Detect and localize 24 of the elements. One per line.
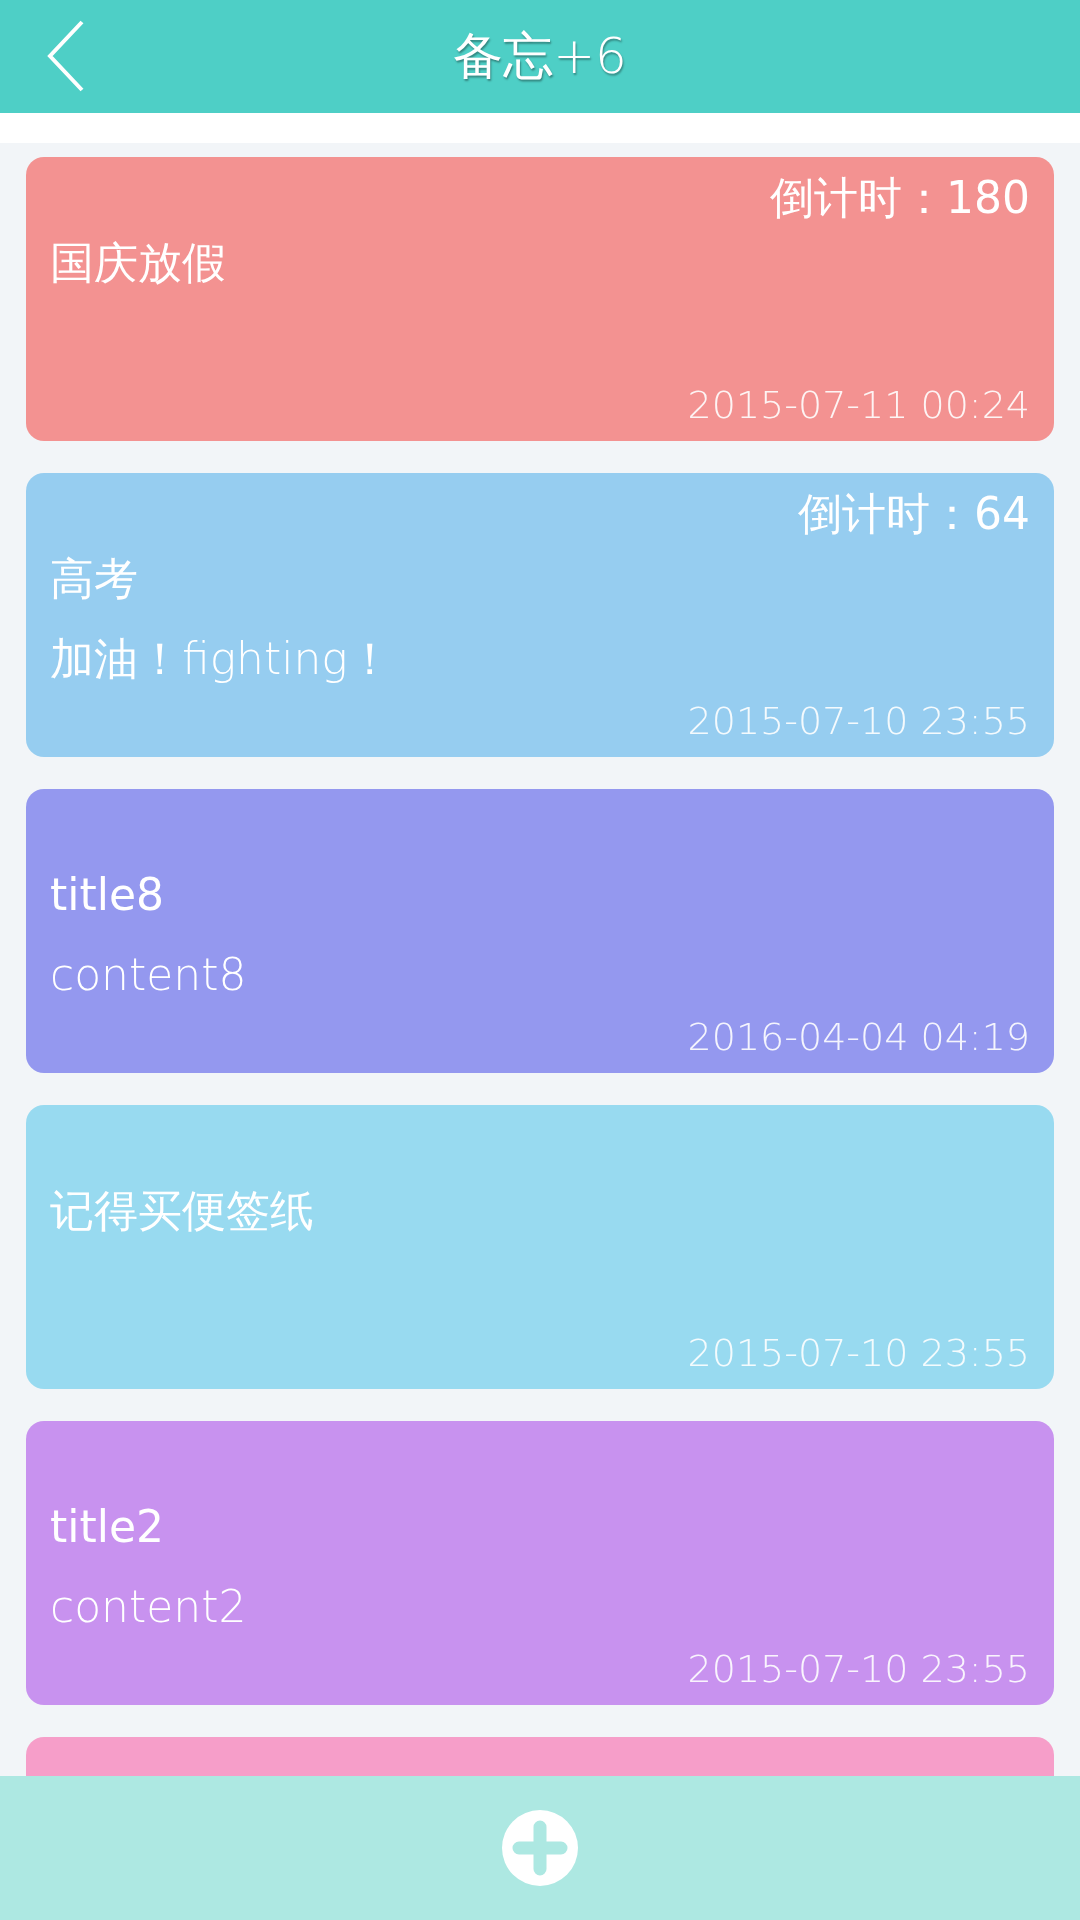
add-icon[interactable] [501, 1809, 579, 1887]
note-content: content2 [50, 1580, 247, 1634]
note-date: 2015-07-11 00:24 [687, 383, 1030, 427]
countdown-label: 倒计时：64 [798, 487, 1030, 541]
back-icon[interactable] [46, 20, 86, 92]
note-card[interactable]: 倒计时：180 国庆放假 2015-07-11 00:24 [26, 157, 1054, 441]
note-card[interactable]: title8 content8 2016-04-04 04:19 [26, 789, 1054, 1073]
note-card[interactable]: 记得买便签纸 2015-07-10 23:55 [26, 1105, 1054, 1389]
note-title: 国庆放假 [50, 236, 226, 290]
note-title: 记得买便签纸 [50, 1184, 314, 1238]
note-title: title2 [50, 1500, 165, 1554]
note-count: +6 [553, 27, 627, 85]
note-title: title8 [50, 868, 165, 922]
page-title: 备忘 [453, 26, 554, 87]
note-date: 2016-04-04 04:19 [687, 1015, 1030, 1059]
note-date: 2015-07-10 23:55 [687, 1647, 1030, 1691]
note-card[interactable]: 倒计时：64 高考 加油！fighting！ 2015-07-10 23:55 [26, 473, 1054, 757]
note-title: 高考 [50, 552, 138, 606]
note-date: 2015-07-10 23:55 [687, 1331, 1030, 1375]
note-content: content8 [50, 948, 247, 1002]
note-date: 2015-07-10 23:55 [687, 699, 1030, 743]
note-content: 加油！fighting！ [50, 632, 392, 686]
note-card[interactable]: title2 content2 2015-07-10 23:55 [26, 1421, 1054, 1705]
countdown-label: 倒计时：180 [770, 171, 1030, 225]
